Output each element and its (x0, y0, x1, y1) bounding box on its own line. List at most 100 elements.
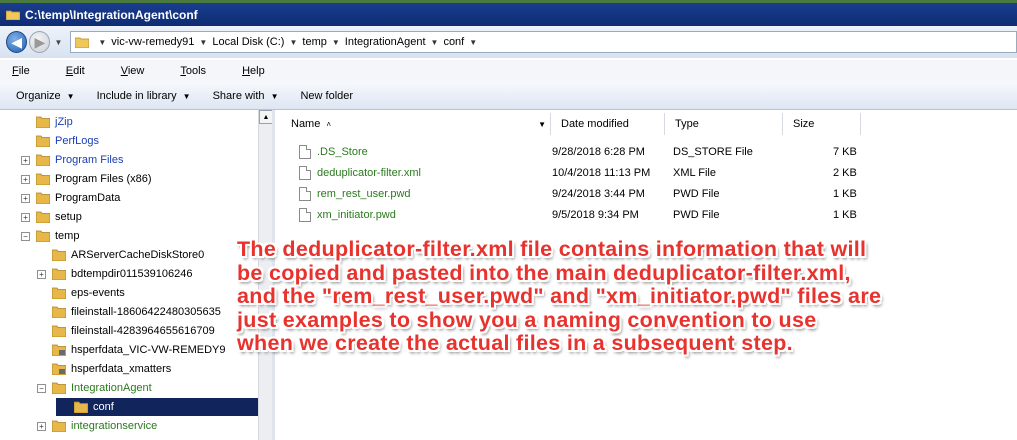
file-name-cell: xm_initiator.pwd (299, 205, 396, 225)
tree-item[interactable]: + Program Files (21, 151, 123, 169)
tree-item-label: integrationservice (71, 420, 158, 432)
menu-view[interactable]: View (121, 65, 163, 77)
file-type: PWD File (673, 209, 720, 221)
collapse-icon[interactable]: − (21, 231, 30, 241)
breadcrumb-item[interactable]: Local Disk (C:) ▼ (212, 36, 297, 48)
tree-item[interactable]: fileinstall-18606422480305635 (52, 303, 221, 321)
tree-item[interactable]: conf (56, 398, 258, 416)
annotation-line: just examples to show you a naming conve… (237, 307, 817, 332)
tree-item[interactable]: + ProgramData (21, 189, 120, 207)
scroll-up-arrow-icon[interactable]: ▲ (259, 110, 273, 124)
expand-icon[interactable]: + (37, 269, 46, 279)
navigation-pane[interactable]: jZip PerfLogs + Program Files + Program Files… (0, 110, 272, 440)
folder-icon (52, 382, 66, 394)
share-with-button[interactable]: Share with ▼ (213, 90, 279, 102)
menu-edit-rest: dit (73, 65, 85, 77)
tree-item[interactable]: eps-events (52, 284, 125, 302)
tree-item[interactable]: hsperfdata_VIC-VW-REMEDY9 (52, 341, 225, 359)
expand-icon[interactable]: + (21, 174, 30, 184)
file-date: 9/5/2018 9:34 PM (552, 209, 639, 221)
menu-tools[interactable]: Tools (180, 65, 224, 77)
file-size: 1 KB (833, 188, 857, 200)
address-bar[interactable]: ▼ vic-vw-remedy91 ▼ Local Disk (C:) ▼ temp… (70, 31, 1017, 53)
folder-icon (6, 10, 20, 20)
recent-pages-dropdown[interactable]: ▼ (54, 38, 62, 47)
column-header-size[interactable]: Size (783, 113, 861, 135)
column-header-name[interactable]: Name ˄ ▼ (281, 113, 551, 135)
file-row[interactable]: rem_rest_user.pwd 9/24/2018 3:44 PM PWD Fi… (275, 184, 875, 204)
folder-icon (52, 249, 66, 261)
tree-item[interactable]: + setup (21, 208, 82, 226)
organize-button[interactable]: Organize ▼ (16, 90, 75, 102)
chevron-down-icon[interactable]: ▼ (538, 120, 546, 129)
expand-icon[interactable]: + (37, 421, 46, 431)
tree-item-label: setup (55, 211, 82, 223)
file-row[interactable]: xm_initiator.pwd 9/5/2018 9:34 PM PWD File… (275, 205, 875, 225)
folder-icon (36, 211, 50, 223)
include-in-library-button[interactable]: Include in library ▼ (97, 90, 191, 102)
file-icon (299, 145, 311, 159)
expand-icon[interactable]: + (21, 155, 30, 165)
tree-item[interactable]: − temp (21, 227, 79, 245)
column-header-type[interactable]: Type (665, 113, 783, 135)
file-icon (299, 208, 311, 222)
file-name-cell: .DS_Store (299, 142, 368, 162)
menu-file[interactable]: File (12, 65, 48, 77)
breadcrumb-item[interactable]: conf ▼ (443, 36, 477, 48)
folder-icon (36, 230, 50, 242)
tree-item-label: PerfLogs (55, 135, 100, 147)
menu-tools-rest: ools (185, 65, 207, 77)
annotation-line: be copied and pasted into the main dedup… (237, 260, 851, 285)
collapse-icon[interactable]: − (37, 383, 46, 393)
sort-up-icon: ˄ (326, 119, 332, 129)
file-date: 9/24/2018 3:44 PM (552, 188, 645, 200)
folder-icon (52, 306, 66, 318)
folder-icon (36, 116, 50, 128)
annotation-callout: The deduplicator-filter.xml file contain… (237, 237, 997, 356)
file-size: 1 KB (833, 209, 857, 221)
menu-help[interactable]: Help (242, 65, 283, 77)
menu-view-rest: iew (127, 65, 145, 77)
folder-icon (36, 154, 50, 166)
expand-icon[interactable]: + (21, 212, 30, 222)
forward-button[interactable]: ▶ (29, 31, 51, 53)
tree-item[interactable]: + Program Files (x86) (21, 170, 152, 188)
folder-icon (36, 135, 50, 147)
command-toolbar: Organize ▼ Include in library ▼ Share with… (0, 82, 1017, 110)
file-type: PWD File (673, 188, 720, 200)
folder-icon (52, 268, 66, 280)
column-header-date[interactable]: Date modified (551, 113, 665, 135)
tree-item-label: eps-events (71, 287, 125, 299)
tree-item[interactable]: ARServerCacheDiskStore0 (52, 246, 204, 264)
breadcrumb-item[interactable]: vic-vw-remedy91 ▼ (111, 36, 207, 48)
tree-item[interactable]: PerfLogs (36, 132, 99, 150)
tree-item[interactable]: fileinstall-4283964655616709 (52, 322, 215, 340)
window-title-bar[interactable]: C:\temp\IntegrationAgent\conf (0, 0, 1017, 26)
breadcrumb-root-chevron[interactable]: ▼ (93, 38, 106, 47)
tree-item[interactable]: + bdtempdir011539106246 (37, 265, 193, 283)
breadcrumb-item[interactable]: IntegrationAgent ▼ (345, 36, 439, 48)
file-icon (299, 166, 311, 180)
tree-item-label: conf (93, 401, 114, 413)
annotation-line: The deduplicator-filter.xml file contain… (237, 237, 867, 261)
tree-item[interactable]: jZip (36, 113, 73, 131)
file-name: deduplicator-filter.xml (317, 167, 421, 179)
file-name-cell: rem_rest_user.pwd (299, 184, 411, 204)
tree-item-label: hsperfdata_xmatters (71, 363, 172, 375)
file-row[interactable]: deduplicator-filter.xml 10/4/2018 11:13 P… (275, 163, 875, 183)
file-size: 7 KB (833, 146, 857, 158)
expand-icon[interactable]: + (21, 193, 30, 203)
breadcrumb-item[interactable]: temp ▼ (302, 36, 339, 48)
tree-item[interactable]: + integrationservice (37, 417, 157, 435)
folder-icon (74, 401, 88, 413)
tree-item-label: fileinstall-18606422480305635 (71, 306, 221, 318)
tree-item-label: bdtempdir011539106246 (71, 268, 193, 280)
menu-edit[interactable]: Edit (66, 65, 103, 77)
back-button[interactable]: ◀ (6, 31, 28, 53)
file-row[interactable]: .DS_Store 9/28/2018 6:28 PM DS_STORE File 7… (275, 142, 875, 162)
tree-item[interactable]: hsperfdata_xmatters (52, 360, 171, 378)
tree-item[interactable]: − IntegrationAgent (37, 379, 152, 397)
folder-icon (75, 37, 90, 48)
folder-icon (52, 420, 66, 432)
new-folder-button[interactable]: New folder (300, 90, 353, 102)
